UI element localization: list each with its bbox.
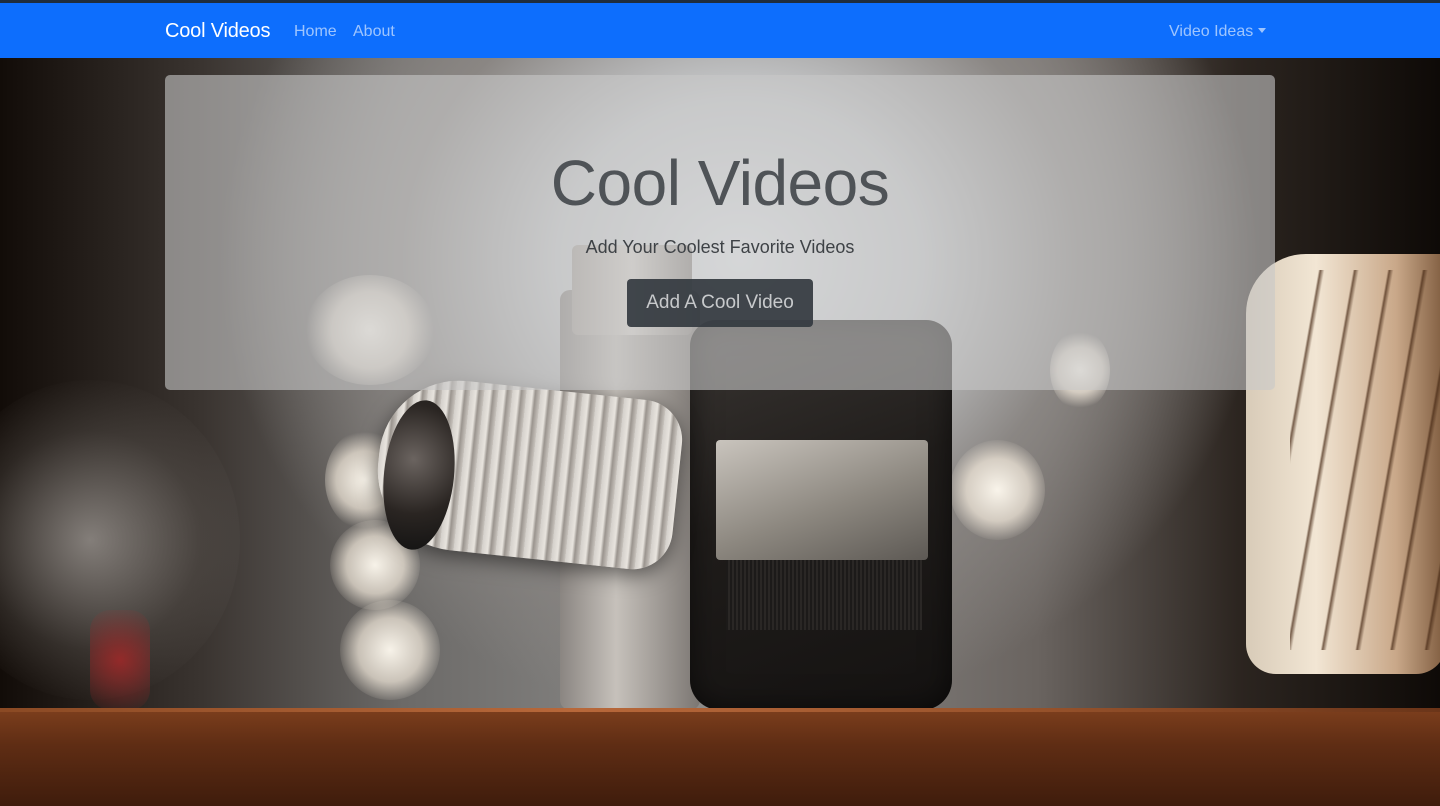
cup-pattern [1290, 270, 1440, 650]
camera-grille [726, 560, 922, 630]
background-red-blur [90, 610, 150, 710]
top-navbar: Cool Videos Home About Video Ideas [0, 0, 1440, 58]
page-subtitle: Add Your Coolest Favorite Videos [585, 237, 855, 257]
video-ideas-dropdown[interactable]: Video Ideas [1169, 23, 1267, 41]
nav-link-home[interactable]: Home [294, 23, 337, 41]
wooden-shelf [0, 712, 1440, 806]
nav-link-about[interactable]: About [353, 23, 395, 41]
page-title: Cool Videos [550, 147, 890, 219]
camera-nameplate [716, 440, 928, 560]
add-video-button[interactable]: Add A Cool Video [627, 279, 813, 327]
navbar-brand[interactable]: Cool Videos [165, 20, 270, 43]
caret-down-icon [1258, 28, 1267, 33]
bokeh-light [950, 440, 1045, 540]
bokeh-light [340, 600, 440, 700]
video-ideas-dropdown-label: Video Ideas [1169, 23, 1254, 40]
jumbotron [165, 75, 1275, 390]
